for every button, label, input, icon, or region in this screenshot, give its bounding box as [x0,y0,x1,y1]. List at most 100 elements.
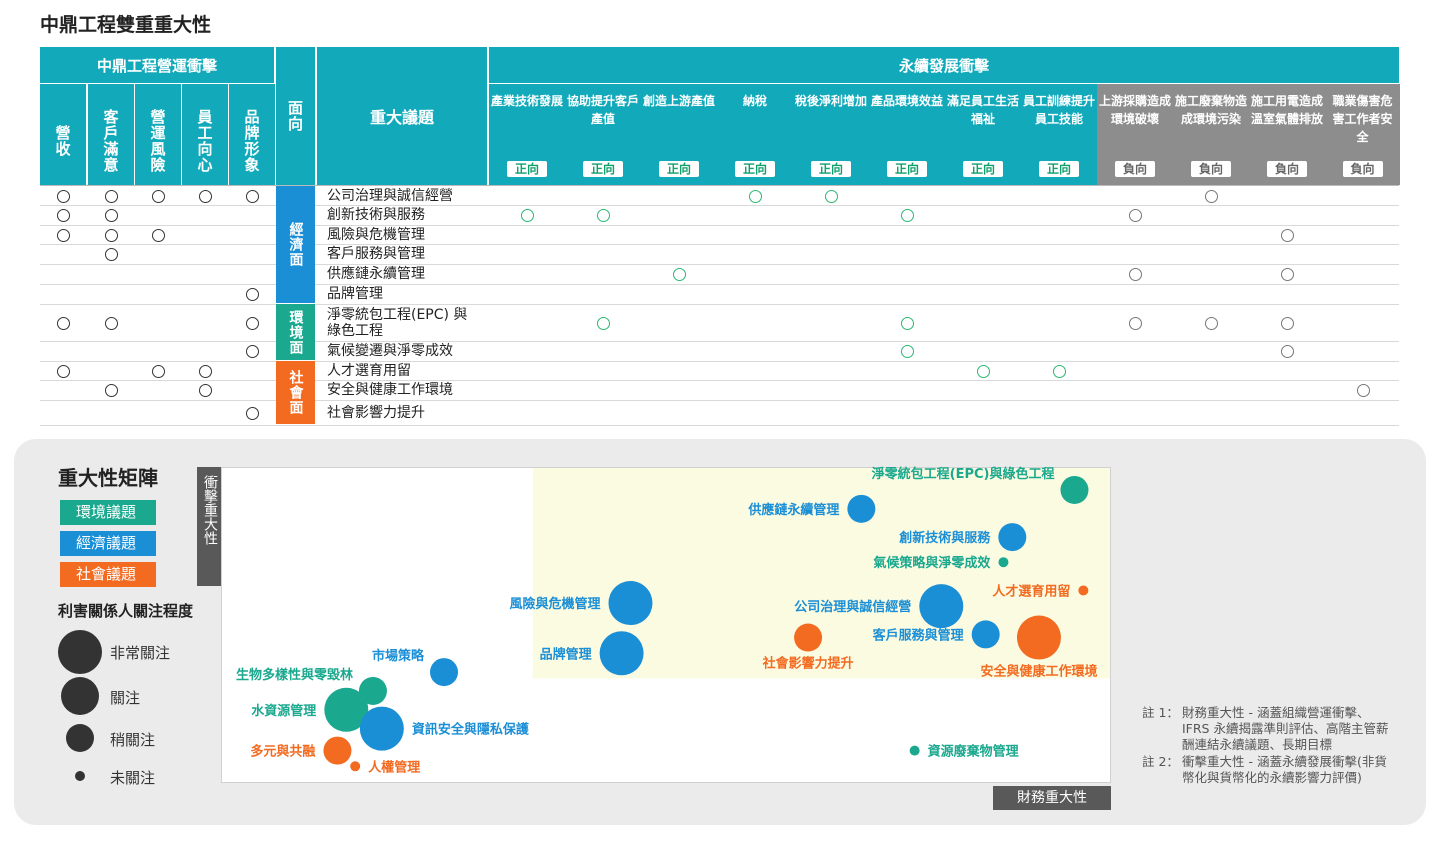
row-divider [40,341,1399,342]
sustainability-impact-mark [1129,316,1142,330]
topic-label: 品牌管理 [327,286,383,302]
topic-label: 供應鏈永續管理 [327,266,425,282]
topic-label: 人才選育用留 [327,362,411,379]
aspect-header-label: 面向 [286,100,304,132]
impact-direction-badge: 正向 [1039,161,1079,177]
matrix-bubble-label: 資訊安全與隱私保護 [412,722,530,738]
size-legend-dot-high [61,677,99,715]
matrix-bubble [350,761,361,772]
impact-direction-badge: 負向 [1115,161,1155,177]
note-line: 衝擊重大性 - 涵蓋永續發展衝擊(非貨 [1182,754,1387,769]
operational-col-label: 員工向心 [195,108,214,173]
size-legend-dot-very-high [58,630,102,674]
topic-header: 重大議題 [317,47,487,185]
impact-col-header: 滿足員工生活福祉 正向 [945,84,1021,185]
operational-impact-mark [246,345,259,358]
aspect-block: 社會面 [276,361,315,424]
size-legend-label-very-high: 非常關注 [110,644,171,662]
impact-direction-badge: 正向 [507,161,547,177]
aspect-label: 環境面 [287,309,304,355]
matrix-bubble-label: 客戶服務與管理 [873,627,964,643]
operational-col-label: 客戶滿意 [101,108,120,173]
note-tag: 註 1： [1142,705,1179,720]
sustainability-impact-mark [521,209,534,222]
matrix-bubble [998,523,1027,552]
operational-impact-mark [105,228,118,242]
y-axis-label-box: 衝擊重大性 [197,467,221,586]
matrix-bubble-label: 品牌管理 [540,646,592,662]
matrix-bubble [323,736,352,765]
size-legend-dot-medium [66,724,94,752]
aspect-label: 社會面 [287,370,304,415]
sustainability-impact-mark [825,189,838,203]
operational-impact-mark [105,316,118,330]
impact-col-label: 上游採購造成環境破壞 [1099,94,1172,126]
matrix-svg: 淨零統包工程(EPC)與綠色工程供應鏈永續管理創新技術與服務氣候策略與淨零成效人… [236,466,1110,775]
impact-col-header: 施工廢棄物造成環境污染 負向 [1173,84,1249,185]
impact-col-label: 施工廢棄物造成環境污染 [1175,94,1248,126]
matrix-bubble [794,623,823,652]
operational-impact-group-header: 中鼎工程營運衝擊 [40,47,274,83]
matrix-bubble-label: 人才選育用留 [992,583,1070,599]
matrix-bubble [847,494,876,523]
impact-direction-badge: 正向 [583,161,623,177]
operational-col-label: 營運風險 [148,108,167,173]
matrix-bubble [430,658,458,687]
matrix-plot-area: 淨零統包工程(EPC)與綠色工程 供應鏈永續管理 創新技術與服務 氣候策略與淨零成效人… [221,466,1111,783]
operational-impact-mark [246,316,259,330]
matrix-bubble [599,631,644,676]
legend-tag-environment: 環境議題 [60,500,156,525]
impact-col-label: 協助提升客戶產值 [567,94,640,126]
operational-col-header: 營運風險 [135,84,181,185]
impact-col-header: 創造上游產值 正向 [641,84,717,185]
matrix-bubble-label: 公司治理與誠信經營 [794,599,911,615]
size-legend-label-low: 未關注 [110,769,156,787]
operational-impact-mark [57,189,70,203]
matrix-bubble [971,620,1000,649]
matrix-bubble [1016,615,1061,660]
impact-col-header: 員工訓練提升員工技能正向 [1021,84,1097,185]
operational-impact-mark [246,189,259,203]
impact-direction-badge: 正向 [887,161,927,177]
impact-col-header: 上游採購造成環境破壞負向 [1097,84,1173,185]
sustainability-impact-group-header: 永續發展衝擊 [489,47,1399,83]
impact-direction-badge: 正向 [811,161,851,177]
row-divider [40,225,1399,226]
sustainability-impact-mark [1281,268,1294,281]
impact-col-header: 職業傷害危害工作者安全 負向 [1325,84,1400,185]
matrix-title: 重大性矩陣 [58,466,158,490]
matrix-bubble-label: 市場策略 [372,648,425,664]
operational-impact-mark [246,406,259,420]
sustainability-impact-mark [1053,364,1066,378]
matrix-bubble-label: 氣候策略與淨零成效 [873,555,991,571]
matrix-bubble-label: 多元與共融 [250,744,315,760]
operational-col-label: 營收 [53,124,72,157]
operational-impact-mark [57,364,70,378]
operational-impact-mark [152,364,165,378]
row-divider [40,400,1399,401]
topic-label: 淨零統包工程(EPC) 與 [327,307,468,323]
operational-impact-mark [199,384,212,397]
operational-col-label: 品牌形象 [242,108,261,173]
impact-col-header: 產品環境效益 正向 [869,84,945,185]
sustainability-impact-mark [597,316,610,330]
impact-col-label: 職業傷害危害工作者安全 [1332,94,1393,144]
sustainability-impact-mark [1281,228,1294,242]
size-legend-title: 利害關係人關注程度 [58,602,194,620]
operational-col-header: 品牌形象 [229,84,275,185]
aspect-block: 經濟面 [276,186,315,303]
sustainability-impact-mark [673,268,686,281]
row-divider [40,304,1399,305]
impact-col-label: 員工訓練提升員工技能 [1023,94,1096,126]
sustainability-impact-mark [901,345,914,358]
matrix-bubble [1078,585,1089,596]
row-divider [40,205,1399,206]
impact-col-label: 創造上游產值 [643,94,716,108]
operational-impact-mark [246,288,259,301]
operational-col-header: 營收 [40,84,86,185]
matrix-bubble-label: 淨零統包工程(EPC)與綠色工程 [872,466,1055,482]
topic-label: 社會影響力提升 [327,404,425,421]
topic-label: 風險與危機管理 [327,226,425,243]
matrix-bubble-label: 安全與健康工作環境 [980,664,1097,680]
size-legend-label-high: 關注 [110,689,141,707]
